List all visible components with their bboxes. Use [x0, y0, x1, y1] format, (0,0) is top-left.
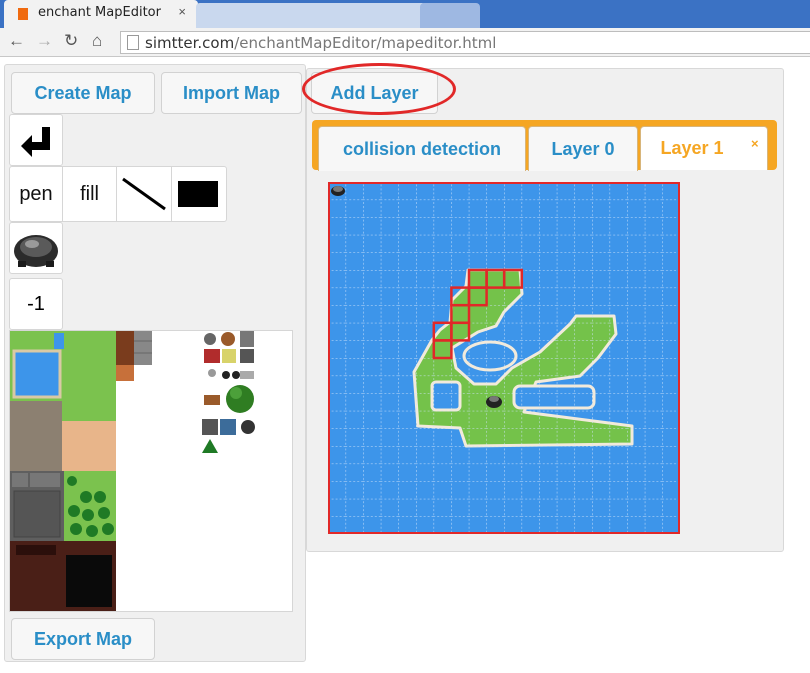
tab-collision-detection[interactable]: collision detection: [318, 126, 526, 171]
tile-index-display: -1: [9, 278, 63, 330]
undo-button[interactable]: [9, 114, 63, 166]
browser-tab-inactive[interactable]: [196, 3, 426, 28]
tileset-image: [10, 331, 255, 611]
back-icon[interactable]: ←: [8, 31, 25, 51]
selected-tile-preview: [9, 222, 63, 274]
rect-tool[interactable]: [172, 167, 226, 221]
tab-layer-0[interactable]: Layer 0: [528, 126, 638, 171]
tileset-palette[interactable]: [9, 330, 293, 612]
fill-tool[interactable]: fill: [63, 167, 117, 221]
map-canvas[interactable]: [328, 182, 680, 534]
url-host: simtter.com: [145, 34, 235, 52]
rock-object-icon: [486, 396, 502, 408]
line-tool[interactable]: [117, 167, 172, 221]
home-icon[interactable]: ⌂: [92, 31, 102, 51]
import-map-button[interactable]: Import Map: [161, 72, 302, 114]
rock-tile-icon: [14, 235, 58, 267]
address-bar[interactable]: simtter.com/enchantMapEditor/mapeditor.h…: [120, 31, 810, 54]
new-tab-button[interactable]: [420, 3, 480, 28]
browser-tab-title: enchant MapEditor: [38, 5, 161, 20]
tool-row: pen fill: [9, 166, 227, 222]
pen-tool[interactable]: pen: [10, 167, 64, 221]
browser-tabstrip: enchant MapEditor ×: [0, 0, 810, 28]
export-map-button[interactable]: Export Map: [11, 618, 155, 660]
filled-rect-icon: [178, 181, 218, 207]
browser-toolbar: ← → ↻ ⌂ simtter.com/enchantMapEditor/map…: [0, 28, 810, 57]
tab-layer-1[interactable]: Layer 1: [640, 126, 768, 170]
map-grid: [328, 182, 680, 534]
undo-arrow-icon: [21, 127, 50, 157]
url-path: /enchantMapEditor/mapeditor.html: [234, 34, 497, 52]
forward-icon[interactable]: →: [36, 31, 53, 51]
page-icon: [127, 35, 139, 50]
highlight-annotation: [302, 63, 456, 115]
rock-object-icon: [331, 186, 345, 196]
reload-icon[interactable]: ↻: [64, 31, 78, 51]
line-icon: [122, 177, 166, 211]
url-text: simtter.com/enchantMapEditor/mapeditor.h…: [145, 34, 496, 52]
favicon-icon: [18, 8, 28, 20]
tab-close-icon[interactable]: ×: [751, 136, 759, 151]
tab-close-icon[interactable]: ×: [178, 4, 186, 19]
create-map-button[interactable]: Create Map: [11, 72, 155, 114]
browser-tab-active[interactable]: enchant MapEditor ×: [4, 0, 198, 28]
